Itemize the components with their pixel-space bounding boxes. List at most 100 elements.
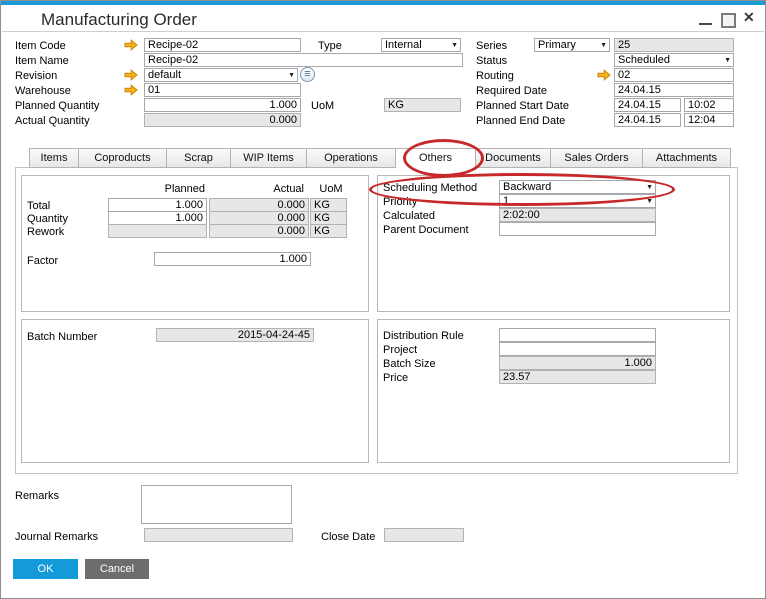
planned-quantity-label: Planned Quantity	[15, 100, 99, 112]
routing-input[interactable]: 02	[614, 68, 734, 82]
manufacturing-order-window: Manufacturing Order ✕ Item Code Recipe-0…	[0, 0, 766, 599]
actual-quantity-label: Actual Quantity	[15, 115, 90, 127]
total-planned-input[interactable]: 1.000	[108, 198, 207, 212]
required-date-input[interactable]: 24.04.15	[614, 83, 734, 97]
calculated-field: 2:02:00	[499, 208, 656, 222]
project-input[interactable]	[499, 342, 656, 356]
status-select[interactable]: Scheduled ▼	[614, 53, 734, 67]
parent-document-label: Parent Document	[383, 224, 469, 236]
type-value: Internal	[385, 39, 422, 51]
chevron-down-icon: ▼	[451, 42, 458, 49]
status-label: Status	[476, 55, 507, 67]
cancel-button[interactable]: Cancel	[85, 559, 149, 579]
journal-remarks-field	[144, 528, 293, 542]
calculated-label: Calculated	[383, 210, 435, 222]
batch-size-field: 1.000	[499, 356, 656, 370]
tab-attachments[interactable]: Attachments	[643, 148, 731, 168]
type-select[interactable]: Internal ▼	[381, 38, 461, 52]
tab-items[interactable]: Items	[29, 148, 79, 168]
tab-documents[interactable]: Documents	[476, 148, 551, 168]
link-arrow-icon[interactable]	[124, 69, 138, 81]
revision-select[interactable]: default ▼	[144, 68, 298, 82]
close-date-label: Close Date	[321, 531, 375, 543]
rework-row-label: Rework	[27, 226, 64, 238]
quantity-actual-field: 0.000	[209, 211, 309, 225]
tab-scrap[interactable]: Scrap	[167, 148, 231, 168]
link-arrow-icon[interactable]	[597, 69, 611, 81]
uom-label: UoM	[311, 100, 334, 112]
window-accent-strip	[1, 1, 765, 5]
planned-start-date-input[interactable]: 24.04.15	[614, 98, 681, 112]
tab-sales-orders[interactable]: Sales Orders	[551, 148, 643, 168]
type-label: Type	[318, 40, 342, 52]
tab-operations[interactable]: Operations	[307, 148, 396, 168]
rework-uom-field: KG	[310, 224, 347, 238]
factor-label: Factor	[27, 255, 58, 267]
quantities-panel	[21, 175, 369, 312]
tab-strip: Items Coproducts Scrap WIP Items Operati…	[29, 148, 731, 170]
tab-others[interactable]: Others	[396, 148, 476, 170]
warehouse-input[interactable]: 01	[144, 83, 301, 97]
link-arrow-icon[interactable]	[124, 84, 138, 96]
status-value: Scheduled	[618, 54, 670, 66]
warehouse-label: Warehouse	[15, 85, 71, 97]
chevron-down-icon: ▼	[288, 72, 295, 79]
planned-end-date-input[interactable]: 24.04.15	[614, 113, 681, 127]
link-arrow-icon[interactable]	[124, 39, 138, 51]
project-label: Project	[383, 344, 417, 356]
required-date-label: Required Date	[476, 85, 547, 97]
priority-value: 1	[503, 195, 509, 207]
item-code-label: Item Code	[15, 40, 66, 52]
routing-label: Routing	[476, 70, 514, 82]
quantity-planned-input[interactable]: 1.000	[108, 211, 207, 225]
close-date-field	[384, 528, 464, 542]
minimize-icon[interactable]	[699, 23, 712, 25]
scheduling-method-label: Scheduling Method	[383, 182, 477, 194]
remarks-label: Remarks	[15, 490, 59, 502]
scheduling-method-select[interactable]: Backward ▼	[499, 180, 656, 194]
item-code-input[interactable]: Recipe-02	[144, 38, 301, 52]
choose-from-list-icon[interactable]: ≡	[300, 67, 315, 82]
tab-wip-items[interactable]: WIP Items	[231, 148, 307, 168]
window-title: Manufacturing Order	[41, 10, 197, 30]
maximize-icon[interactable]	[721, 13, 736, 28]
priority-select[interactable]: 1 ▼	[499, 194, 656, 208]
series-select[interactable]: Primary ▼	[534, 38, 610, 52]
series-value: Primary	[538, 39, 576, 51]
remarks-textarea[interactable]	[141, 485, 292, 524]
journal-remarks-label: Journal Remarks	[15, 531, 98, 543]
parent-document-input[interactable]	[499, 222, 656, 236]
distribution-rule-label: Distribution Rule	[383, 330, 464, 342]
item-name-input[interactable]: Recipe-02	[144, 53, 463, 67]
planned-end-time-input[interactable]: 12:04	[684, 113, 734, 127]
planned-start-time-input[interactable]: 10:02	[684, 98, 734, 112]
revision-label: Revision	[15, 70, 57, 82]
planned-start-date-label: Planned Start Date	[476, 100, 569, 112]
item-name-label: Item Name	[15, 55, 69, 67]
planned-quantity-input[interactable]: 1.000	[144, 98, 301, 112]
distribution-rule-input[interactable]	[499, 328, 656, 342]
factor-input[interactable]: 1.000	[154, 252, 311, 266]
uom-field: KG	[384, 98, 461, 112]
series-number-field: 25	[614, 38, 734, 52]
quantity-uom-field: KG	[310, 211, 347, 225]
actual-quantity-field: 0.000	[144, 113, 301, 127]
tab-coproducts[interactable]: Coproducts	[79, 148, 167, 168]
total-uom-field: KG	[310, 198, 347, 212]
close-icon[interactable]: ✕	[743, 9, 755, 26]
ok-button[interactable]: OK	[13, 559, 78, 579]
chevron-down-icon: ▼	[646, 184, 653, 191]
total-row-label: Total	[27, 200, 50, 212]
batch-number-field: 2015-04-24-45	[156, 328, 314, 342]
chevron-down-icon: ▼	[724, 57, 731, 64]
actual-column-header: Actual	[209, 183, 304, 195]
batch-number-label: Batch Number	[27, 331, 97, 343]
series-label: Series	[476, 40, 507, 52]
quantity-row-label: Quantity	[27, 213, 68, 225]
rework-actual-field: 0.000	[209, 224, 309, 238]
title-separator	[2, 31, 764, 32]
scheduling-method-value: Backward	[503, 181, 551, 193]
batch-size-label: Batch Size	[383, 358, 436, 370]
total-actual-field: 0.000	[209, 198, 309, 212]
price-field: 23.57	[499, 370, 656, 384]
